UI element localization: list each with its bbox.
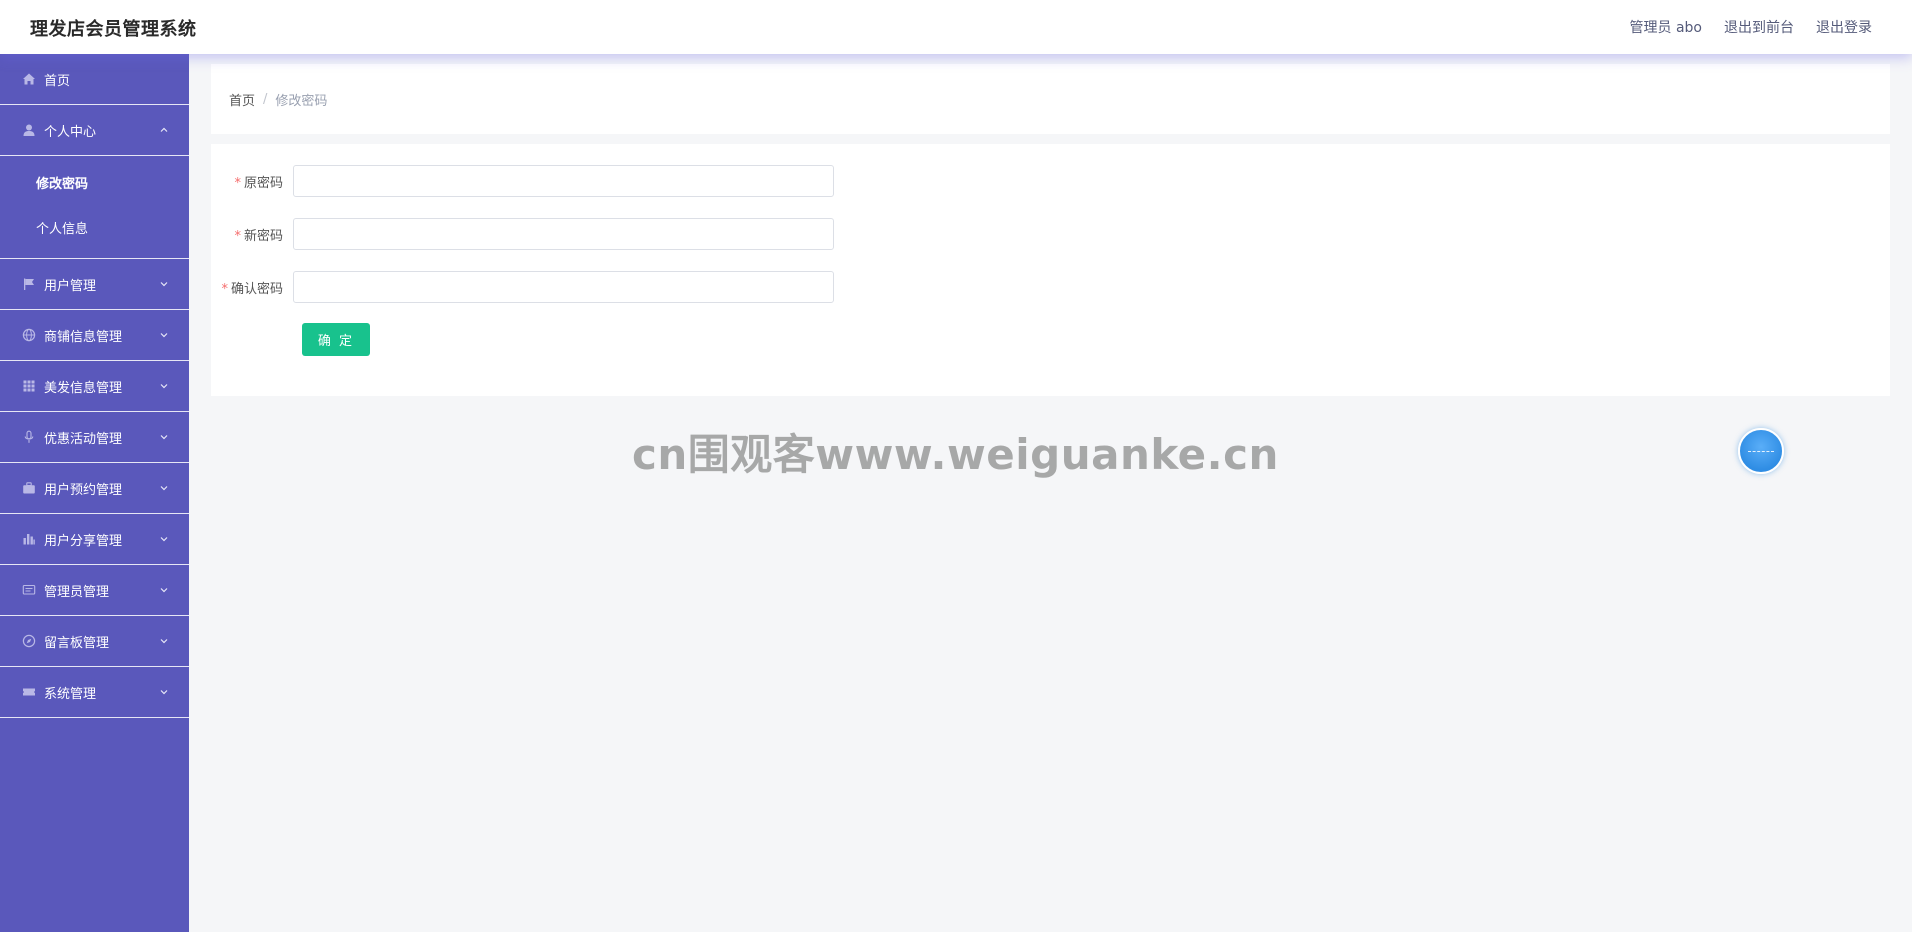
confirm-password-input[interactable] (293, 271, 834, 303)
chevron-down-icon (159, 381, 169, 391)
top-header: 理发店会员管理系统 管理员 abo 退出到前台 退出登录 (0, 0, 1912, 54)
globe-icon (22, 328, 36, 342)
ticket-icon (22, 685, 36, 699)
old-password-label: * 原密码 (234, 175, 283, 191)
chevron-down-icon (159, 432, 169, 442)
sidebar-item-hair-info[interactable]: 美发信息管理 (0, 361, 189, 412)
sidebar-item-label: 个人中心 (44, 124, 97, 140)
new-password-label: * 新密码 (234, 228, 283, 244)
breadcrumb-current: 修改密码 (275, 93, 328, 109)
confirm-button[interactable]: 确 定 (302, 323, 370, 356)
sidebar: 首页 个人中心 修改密码 个人信息 用户管理 商铺信息管理 美发信息管理 优惠活… (0, 54, 189, 932)
sidebar-item-label: 留言板管理 (44, 635, 110, 651)
dash-line-icon (1748, 451, 1774, 452)
chevron-down-icon (159, 279, 169, 289)
sidebar-item-label: 美发信息管理 (44, 380, 123, 396)
chevron-down-icon (159, 534, 169, 544)
chevron-down-icon (159, 636, 169, 646)
sidebar-item-message-board[interactable]: 留言板管理 (0, 616, 189, 667)
message-icon (22, 583, 36, 597)
logout-link[interactable]: 退出登录 (1816, 17, 1872, 37)
new-password-row: * 新密码 (211, 218, 834, 250)
briefcase-icon (22, 481, 36, 495)
sidebar-item-label: 优惠活动管理 (44, 431, 123, 447)
sidebar-item-promotions[interactable]: 优惠活动管理 (0, 412, 189, 463)
new-password-input[interactable] (293, 218, 834, 250)
exit-to-frontend-link[interactable]: 退出到前台 (1724, 17, 1794, 37)
watermark: cn围观客www.weiguanke.cn (632, 430, 1279, 479)
old-password-input[interactable] (293, 165, 834, 197)
confirm-password-row: * 确认密码 (211, 271, 834, 303)
sidebar-item-admin-management[interactable]: 管理员管理 (0, 565, 189, 616)
breadcrumb-separator: / (263, 91, 268, 107)
home-icon (22, 72, 36, 86)
sidebar-item-label: 系统管理 (44, 686, 97, 702)
breadcrumb-home-link[interactable]: 首页 (229, 90, 255, 109)
floating-assistant-button[interactable] (1738, 428, 1784, 474)
confirm-password-label: * 确认密码 (221, 281, 283, 297)
sidebar-subitem-personal-info[interactable]: 个人信息 (0, 207, 189, 252)
admin-user-link[interactable]: 管理员 abo (1630, 17, 1702, 37)
header-links: 管理员 abo 退出到前台 退出登录 (1630, 17, 1872, 37)
required-mark: * (234, 175, 241, 191)
sidebar-item-label: 管理员管理 (44, 584, 110, 600)
microphone-icon (22, 430, 36, 444)
change-password-form: * 原密码 * 新密码 * 确认密码 确 定 (211, 144, 1890, 396)
chevron-down-icon (159, 585, 169, 595)
app-title: 理发店会员管理系统 (30, 19, 197, 40)
chevron-up-icon (159, 125, 169, 135)
sidebar-item-appointments[interactable]: 用户预约管理 (0, 463, 189, 514)
user-icon (22, 123, 36, 137)
sidebar-item-shop-info[interactable]: 商铺信息管理 (0, 310, 189, 361)
breadcrumb: 首页 / 修改密码 (211, 64, 1890, 134)
personal-center-submenu: 修改密码 个人信息 (0, 156, 189, 259)
sidebar-item-home[interactable]: 首页 (0, 54, 189, 105)
sidebar-subitem-change-password[interactable]: 修改密码 (0, 162, 189, 207)
flag-icon (22, 277, 36, 291)
sidebar-item-personal-center[interactable]: 个人中心 (0, 105, 189, 156)
chevron-down-icon (159, 330, 169, 340)
sidebar-item-user-management[interactable]: 用户管理 (0, 259, 189, 310)
grid-icon (22, 379, 36, 393)
old-password-row: * 原密码 (211, 165, 834, 197)
sidebar-item-label: 用户分享管理 (44, 533, 123, 549)
sidebar-item-label: 首页 (44, 73, 71, 89)
sidebar-item-label: 用户预约管理 (44, 482, 123, 498)
sidebar-item-label: 用户管理 (44, 278, 97, 294)
required-mark: * (234, 228, 241, 244)
chevron-down-icon (159, 483, 169, 493)
sidebar-item-shares[interactable]: 用户分享管理 (0, 514, 189, 565)
sidebar-item-label: 商铺信息管理 (44, 329, 123, 345)
chevron-down-icon (159, 687, 169, 697)
compass-icon (22, 634, 36, 648)
required-mark: * (221, 281, 228, 297)
chart-icon (22, 532, 36, 546)
sidebar-item-system-management[interactable]: 系统管理 (0, 667, 189, 718)
